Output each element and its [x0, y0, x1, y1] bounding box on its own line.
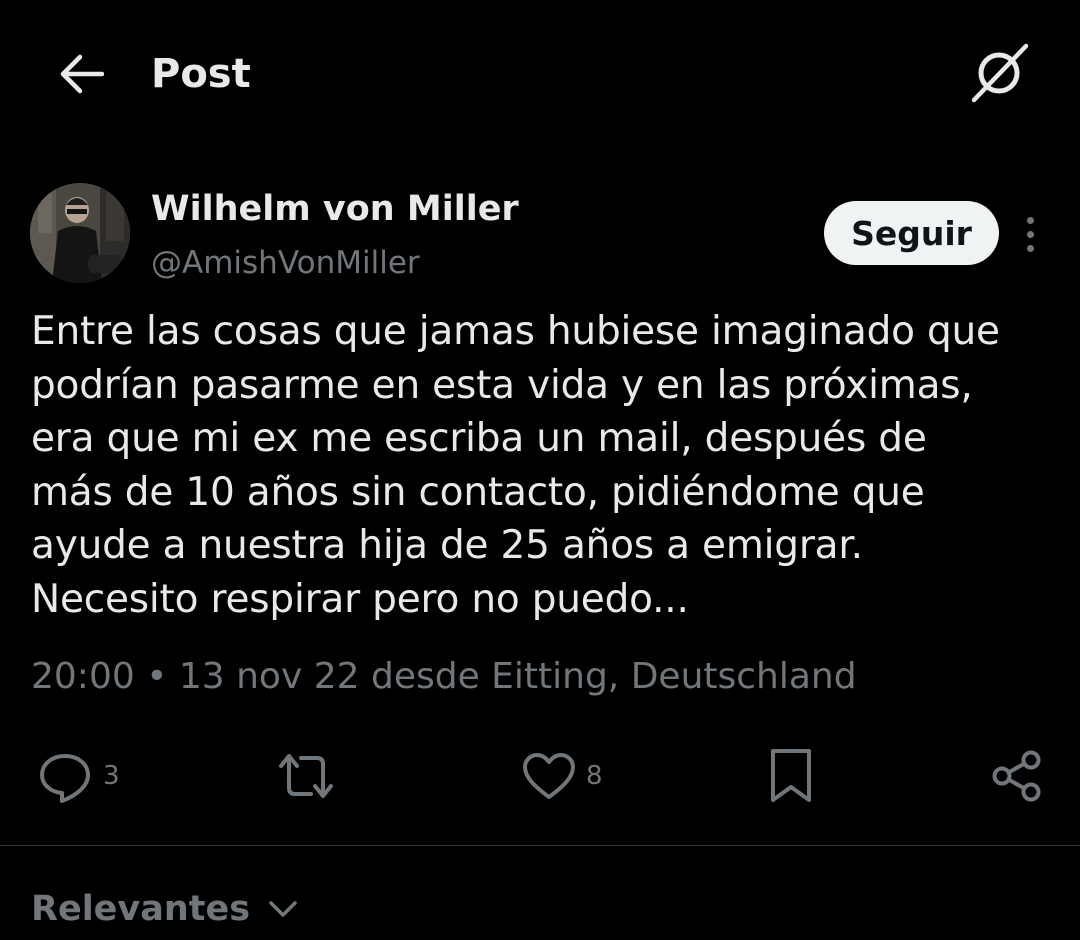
like-button[interactable]: 8 [522, 745, 603, 807]
tweet-text: Entre las cosas que jamas hubiese imagin… [31, 309, 1000, 622]
back-button[interactable] [52, 48, 110, 100]
heart-icon [523, 753, 575, 799]
reply-count: 3 [103, 761, 120, 791]
grok-button[interactable] [966, 42, 1032, 104]
repost-icon [279, 754, 333, 798]
more-dot [1026, 230, 1034, 238]
author-handle[interactable]: @AmishVonMiller [151, 242, 420, 284]
author-photo [30, 183, 130, 283]
replies-sort-dropdown[interactable]: Relevantes [31, 885, 298, 933]
more-dot [1026, 216, 1034, 224]
top-bar: Post [0, 0, 1080, 150]
avatar[interactable] [30, 183, 130, 283]
share-icon [992, 750, 1041, 802]
author-name[interactable]: Wilhelm von Miller [151, 187, 519, 231]
repost-button[interactable] [275, 745, 337, 807]
divider [0, 845, 1080, 846]
more-dot [1026, 244, 1034, 252]
share-button[interactable] [990, 745, 1044, 807]
arrow-left-icon [60, 54, 104, 94]
tweet-timestamp[interactable]: 20:00 • 13 nov 22 desde Eitting, Deutsch… [31, 653, 857, 701]
page-title: Post [151, 51, 251, 97]
grok-icon [971, 43, 1029, 103]
like-count: 8 [586, 761, 603, 791]
more-options-button[interactable] [1012, 210, 1048, 258]
reply-button[interactable]: 3 [37, 745, 120, 807]
reply-icon [40, 754, 90, 803]
follow-button[interactable]: Seguir [824, 201, 999, 265]
bookmark-icon [771, 749, 811, 802]
chevron-down-icon [268, 899, 298, 919]
bookmark-button[interactable] [768, 745, 814, 807]
replies-sort-label: Relevantes [31, 889, 251, 929]
